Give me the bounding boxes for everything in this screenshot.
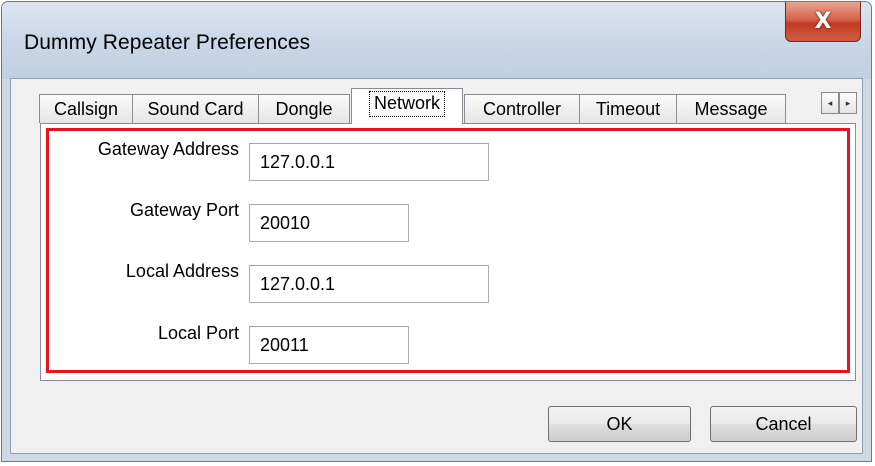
ok-button[interactable]: OK: [548, 406, 691, 442]
scroll-left-button[interactable]: ◂: [821, 92, 839, 114]
tab-network[interactable]: Network: [351, 88, 463, 124]
tab-label: Sound Card: [147, 98, 244, 119]
window-title: Dummy Repeater Preferences: [24, 31, 311, 54]
ok-button-label: OK: [606, 413, 633, 434]
highlight-box: Gateway Address Gateway Port Local Addre…: [46, 128, 850, 373]
tab-controller[interactable]: Controller: [464, 94, 580, 123]
title-bar[interactable]: Dummy Repeater Preferences X: [2, 2, 871, 79]
arrow-right-icon: ▸: [845, 97, 851, 108]
tab-sound-card[interactable]: Sound Card: [132, 94, 259, 123]
tab-label: Message: [694, 98, 768, 119]
network-tab-panel: Gateway Address Gateway Port Local Addre…: [40, 123, 856, 381]
tab-dongle[interactable]: Dongle: [258, 94, 350, 123]
tab-label: Network: [368, 90, 445, 117]
tab-label: Timeout: [595, 98, 661, 119]
local-port-input[interactable]: [249, 326, 409, 364]
gateway-port-label: Gateway Port: [129, 200, 239, 220]
tab-timeout[interactable]: Timeout: [579, 94, 677, 123]
cancel-button[interactable]: Cancel: [710, 406, 857, 442]
gateway-port-input[interactable]: [249, 204, 409, 242]
arrow-left-icon: ◂: [827, 97, 833, 108]
tab-label: Callsign: [53, 98, 119, 119]
scroll-right-button[interactable]: ▸: [839, 92, 857, 114]
tab-callsign[interactable]: Callsign: [39, 94, 133, 123]
dialog-body: Callsign Sound Card Dongle Network Contr…: [10, 78, 863, 454]
close-icon: X: [814, 8, 832, 34]
preferences-dialog: Dummy Repeater Preferences X Callsign So…: [1, 1, 872, 462]
tab-scroll-buttons: ◂ ▸: [821, 92, 857, 114]
tab-message[interactable]: Message: [676, 94, 786, 123]
close-button[interactable]: X: [785, 2, 861, 42]
tab-strip: Callsign Sound Card Dongle Network Contr…: [39, 88, 859, 124]
gateway-address-input[interactable]: [249, 143, 489, 181]
local-address-label: Local Address: [125, 261, 239, 281]
cancel-button-label: Cancel: [755, 413, 812, 434]
tab-label: Dongle: [275, 98, 333, 119]
local-port-label: Local Port: [157, 323, 239, 343]
tab-label: Controller: [482, 98, 562, 119]
gateway-address-label: Gateway Address: [97, 139, 239, 159]
local-address-input[interactable]: [249, 265, 489, 303]
